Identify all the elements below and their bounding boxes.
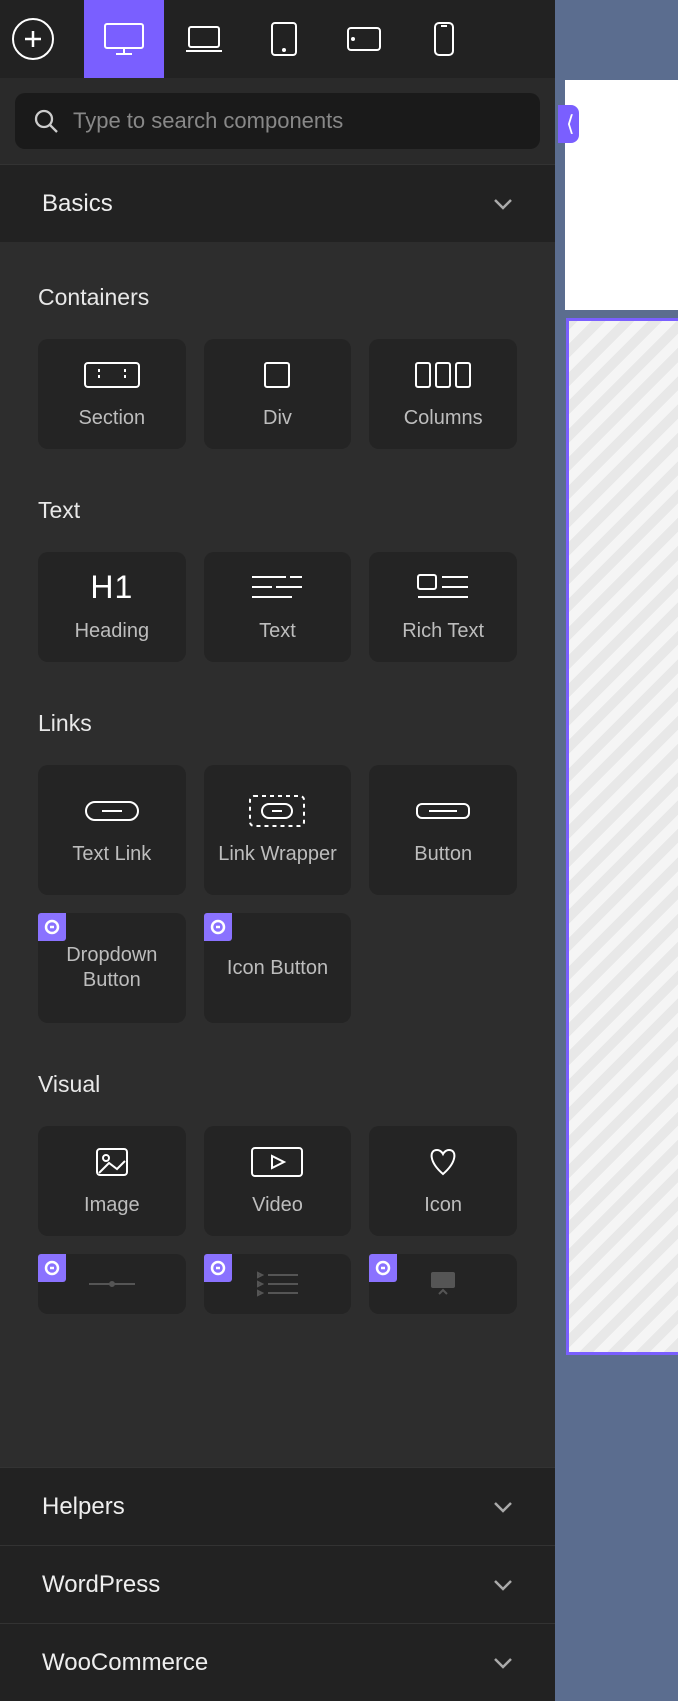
components-sidebar: Basics Containers Section Div Columns Te… — [0, 0, 555, 1701]
component-textlink-label: Text Link — [72, 842, 151, 867]
heading-icon: H1 — [90, 571, 133, 605]
phone-icon — [432, 20, 456, 58]
heart-icon — [425, 1145, 461, 1179]
bottom-accordions: Helpers WordPress WooCommerce — [0, 1467, 555, 1701]
add-button[interactable] — [12, 18, 54, 60]
pro-badge — [369, 1254, 397, 1282]
divider-icon — [87, 1267, 137, 1301]
top-toolbar — [0, 0, 555, 78]
device-phone-button[interactable] — [404, 0, 484, 78]
component-section[interactable]: Section — [38, 339, 186, 449]
pro-badge — [204, 913, 232, 941]
tablet-landscape-icon — [345, 25, 383, 53]
search-icon — [33, 108, 59, 134]
component-image-label: Image — [84, 1193, 140, 1218]
accordion-woocommerce[interactable]: WooCommerce — [0, 1623, 555, 1701]
component-columns-label: Columns — [404, 406, 483, 431]
accordion-wordpress[interactable]: WordPress — [0, 1545, 555, 1623]
component-richtext[interactable]: Rich Text — [369, 552, 517, 662]
component-richtext-label: Rich Text — [402, 619, 484, 644]
visual-grid: Image Video Icon — [38, 1126, 517, 1236]
accordion-helpers[interactable]: Helpers — [0, 1467, 555, 1545]
component-icon[interactable]: Icon — [369, 1126, 517, 1236]
group-links-label: Links — [38, 710, 517, 737]
button-icon — [415, 794, 471, 828]
richtext-icon — [416, 571, 470, 605]
component-columns[interactable]: Columns — [369, 339, 517, 449]
desktop-icon — [102, 21, 146, 57]
component-video-label: Video — [252, 1193, 303, 1218]
list-icon — [254, 1267, 300, 1301]
device-desktop-button[interactable] — [84, 0, 164, 78]
text-grid: H1 Heading Text Rich Text — [38, 552, 517, 662]
component-text-label: Text — [259, 619, 296, 644]
selection-tag[interactable]: ⟨ — [558, 105, 579, 143]
component-dropdown-label: Dropdown Button — [38, 943, 186, 993]
component-list[interactable] — [204, 1254, 352, 1314]
plus-icon — [23, 29, 43, 49]
linkwrapper-icon — [248, 794, 306, 828]
laptop-icon — [184, 24, 224, 54]
pro-badge — [38, 913, 66, 941]
group-visual-label: Visual — [38, 1071, 517, 1098]
canvas-selected-element[interactable] — [566, 318, 678, 1355]
video-icon — [250, 1145, 304, 1179]
search-input[interactable] — [73, 108, 522, 134]
component-icon-button[interactable]: Icon Button — [204, 913, 352, 1023]
component-button[interactable]: Button — [369, 765, 517, 895]
chevron-down-icon — [493, 1657, 513, 1669]
basics-panel: Containers Section Div Columns Text H1 H… — [0, 242, 555, 1467]
search-field[interactable] — [15, 93, 540, 149]
device-tablet-landscape-button[interactable] — [324, 0, 404, 78]
device-tablet-button[interactable] — [244, 0, 324, 78]
component-video[interactable]: Video — [204, 1126, 352, 1236]
component-div[interactable]: Div — [204, 339, 352, 449]
links-grid-2: Dropdown Button Icon Button — [38, 913, 517, 1023]
pro-badge — [38, 1254, 66, 1282]
component-heading-label: Heading — [75, 619, 150, 644]
accordion-helpers-label: Helpers — [42, 1493, 125, 1521]
component-gallery[interactable] — [369, 1254, 517, 1314]
links-grid: Text Link Link Wrapper Button — [38, 765, 517, 895]
div-icon — [262, 358, 292, 392]
component-linkwrapper[interactable]: Link Wrapper — [204, 765, 352, 895]
accordion-basics[interactable]: Basics — [0, 164, 555, 242]
accordion-woocommerce-label: WooCommerce — [42, 1649, 208, 1677]
component-linkwrapper-label: Link Wrapper — [218, 842, 337, 867]
section-icon — [83, 358, 141, 392]
device-laptop-button[interactable] — [164, 0, 244, 78]
tablet-icon — [269, 20, 299, 58]
containers-grid: Section Div Columns — [38, 339, 517, 449]
image-icon — [95, 1145, 129, 1179]
canvas-page[interactable] — [565, 80, 678, 310]
component-textlink[interactable]: Text Link — [38, 765, 186, 895]
textlink-icon — [84, 794, 140, 828]
accordion-wordpress-label: WordPress — [42, 1571, 160, 1599]
component-button-label: Button — [414, 842, 472, 867]
columns-icon — [414, 358, 472, 392]
component-image[interactable]: Image — [38, 1126, 186, 1236]
text-icon — [250, 571, 304, 605]
group-containers-label: Containers — [38, 284, 517, 311]
component-section-label: Section — [78, 406, 145, 431]
component-div-label: Div — [263, 406, 292, 431]
chevron-down-icon — [493, 1501, 513, 1513]
pro-badge — [204, 1254, 232, 1282]
component-icon-label: Icon — [424, 1193, 462, 1218]
component-dropdown-button[interactable]: Dropdown Button — [38, 913, 186, 1023]
visual-grid-2 — [38, 1254, 517, 1314]
group-text-label: Text — [38, 497, 517, 524]
search-container — [0, 78, 555, 164]
accordion-basics-label: Basics — [42, 190, 113, 218]
component-text[interactable]: Text — [204, 552, 352, 662]
component-divider[interactable] — [38, 1254, 186, 1314]
component-iconbutton-label: Icon Button — [227, 956, 328, 981]
chevron-down-icon — [493, 198, 513, 210]
component-heading[interactable]: H1 Heading — [38, 552, 186, 662]
gallery-icon — [427, 1267, 459, 1301]
chevron-down-icon — [493, 1579, 513, 1591]
